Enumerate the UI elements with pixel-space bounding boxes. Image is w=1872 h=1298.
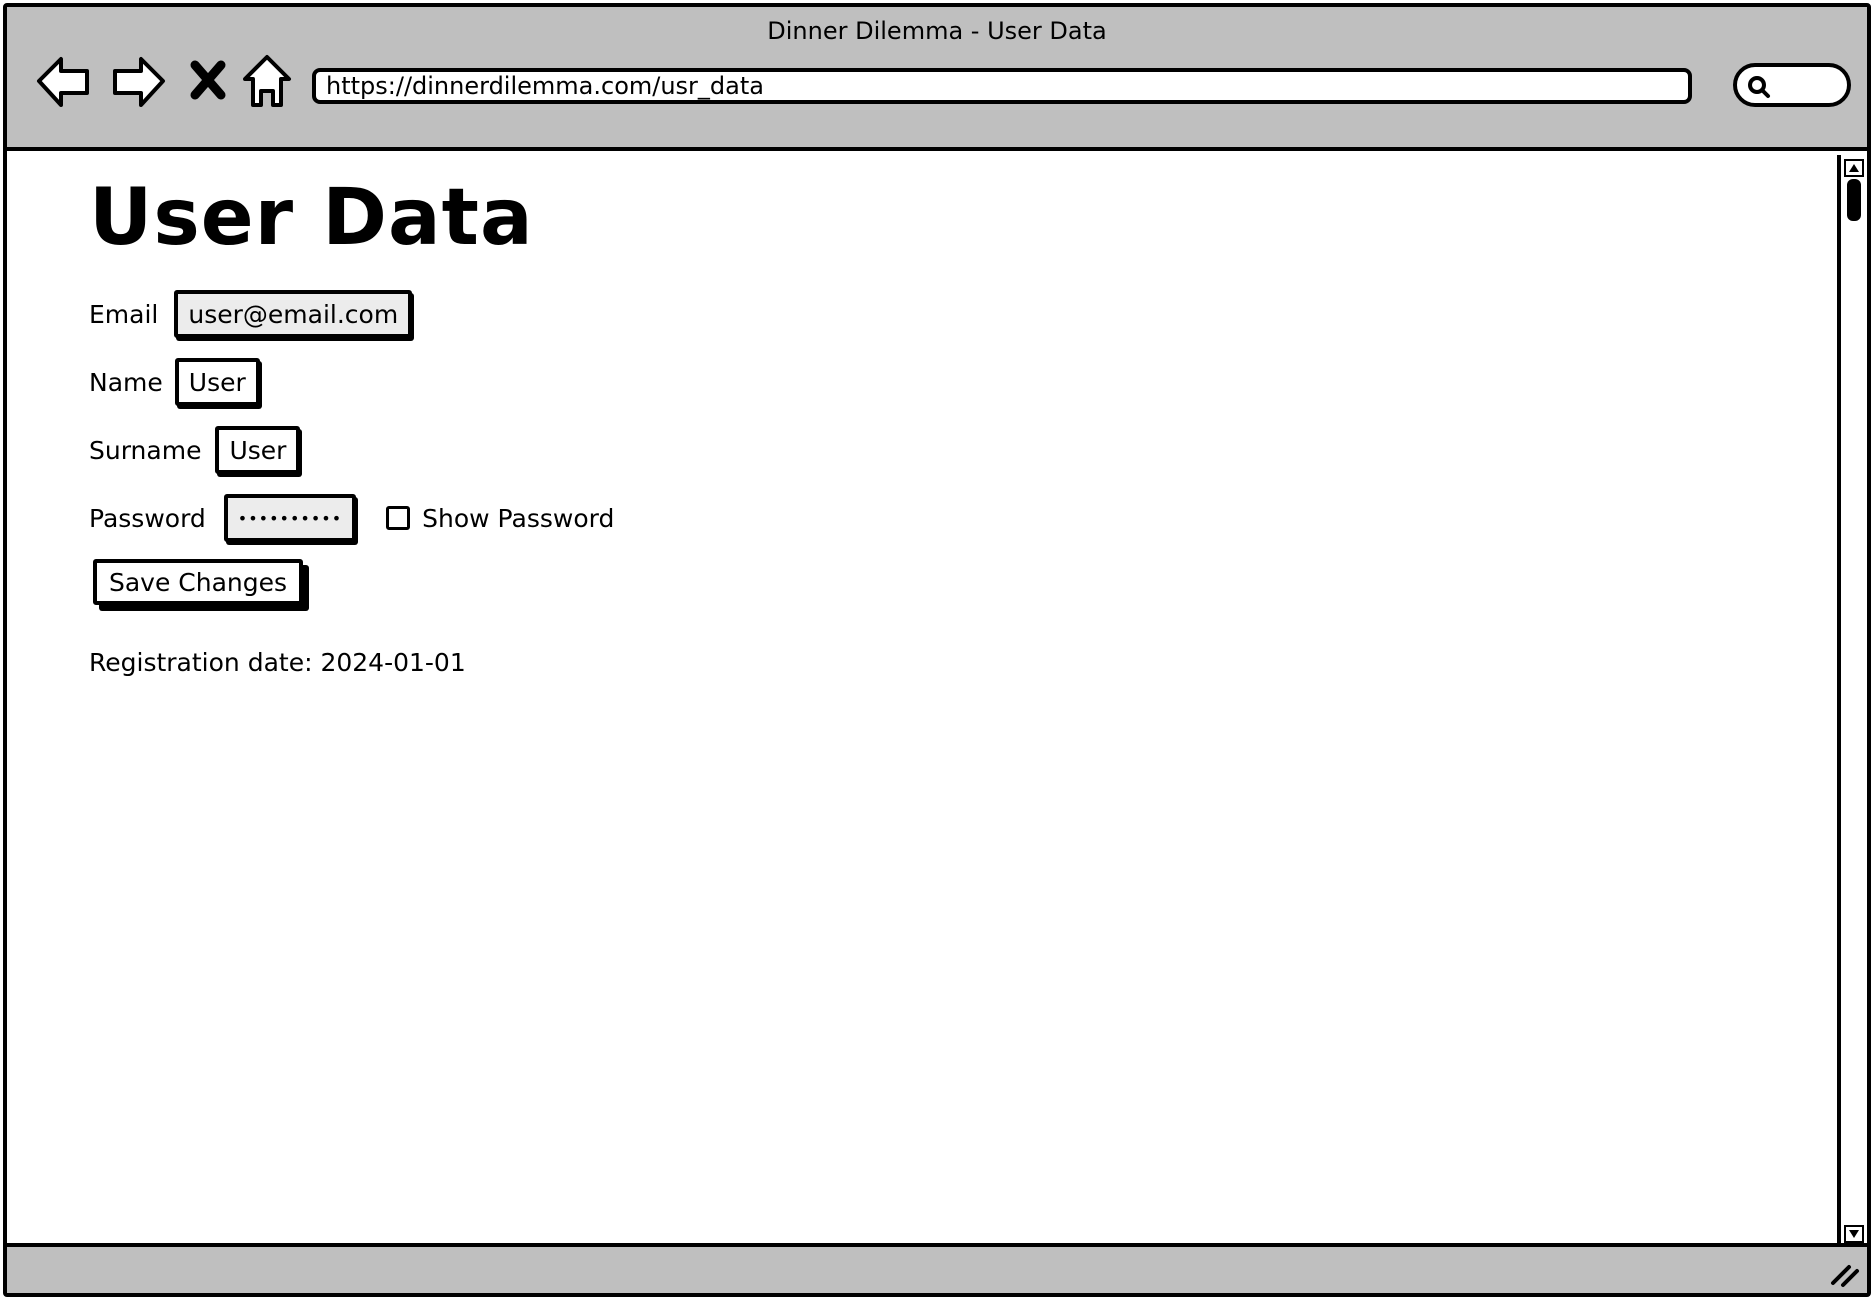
url-bar[interactable]: https://dinnerdilemma.com/usr_data — [312, 68, 1692, 104]
name-label: Name — [89, 367, 163, 397]
back-arrow-icon[interactable] — [33, 51, 93, 111]
vertical-scrollbar[interactable] — [1837, 155, 1867, 1249]
page-title: User Data — [89, 173, 534, 263]
save-changes-button[interactable]: Save Changes — [93, 559, 303, 605]
page-content: User Data Email user@email.com Name User… — [7, 151, 1831, 1243]
forward-arrow-icon[interactable] — [109, 51, 169, 111]
email-row: Email user@email.com — [89, 289, 413, 339]
email-label: Email — [89, 299, 159, 329]
name-field[interactable]: User — [174, 358, 260, 406]
password-label: Password — [89, 503, 206, 533]
browser-toolbar: Dinner Dilemma - User Data https://dinne… — [7, 7, 1867, 151]
surname-label: Surname — [89, 435, 202, 465]
password-row: Password •••••••••• Show Password — [89, 493, 614, 543]
surname-row: Surname User — [89, 425, 301, 475]
show-password-label[interactable]: Show Password — [422, 504, 614, 533]
stop-icon[interactable] — [179, 51, 239, 111]
email-field[interactable]: user@email.com — [174, 290, 413, 338]
password-field[interactable]: •••••••••• — [223, 494, 357, 542]
browser-window: Dinner Dilemma - User Data https://dinne… — [3, 3, 1871, 1297]
surname-field[interactable]: User — [215, 426, 301, 474]
home-icon[interactable] — [237, 51, 297, 111]
name-row: Name User — [89, 357, 260, 407]
show-password-checkbox[interactable] — [386, 506, 411, 530]
search-icon — [1748, 76, 1770, 98]
window-title: Dinner Dilemma - User Data — [767, 17, 1107, 45]
scroll-up-arrow-icon[interactable] — [1844, 159, 1864, 177]
registration-date: Registration date: 2024-01-01 — [89, 648, 466, 677]
scroll-down-arrow-icon[interactable] — [1844, 1225, 1864, 1243]
resize-grip-icon[interactable] — [1829, 1257, 1861, 1289]
scroll-thumb[interactable] — [1847, 179, 1861, 221]
status-bar — [7, 1243, 1867, 1293]
browser-search-box[interactable] — [1733, 63, 1851, 107]
